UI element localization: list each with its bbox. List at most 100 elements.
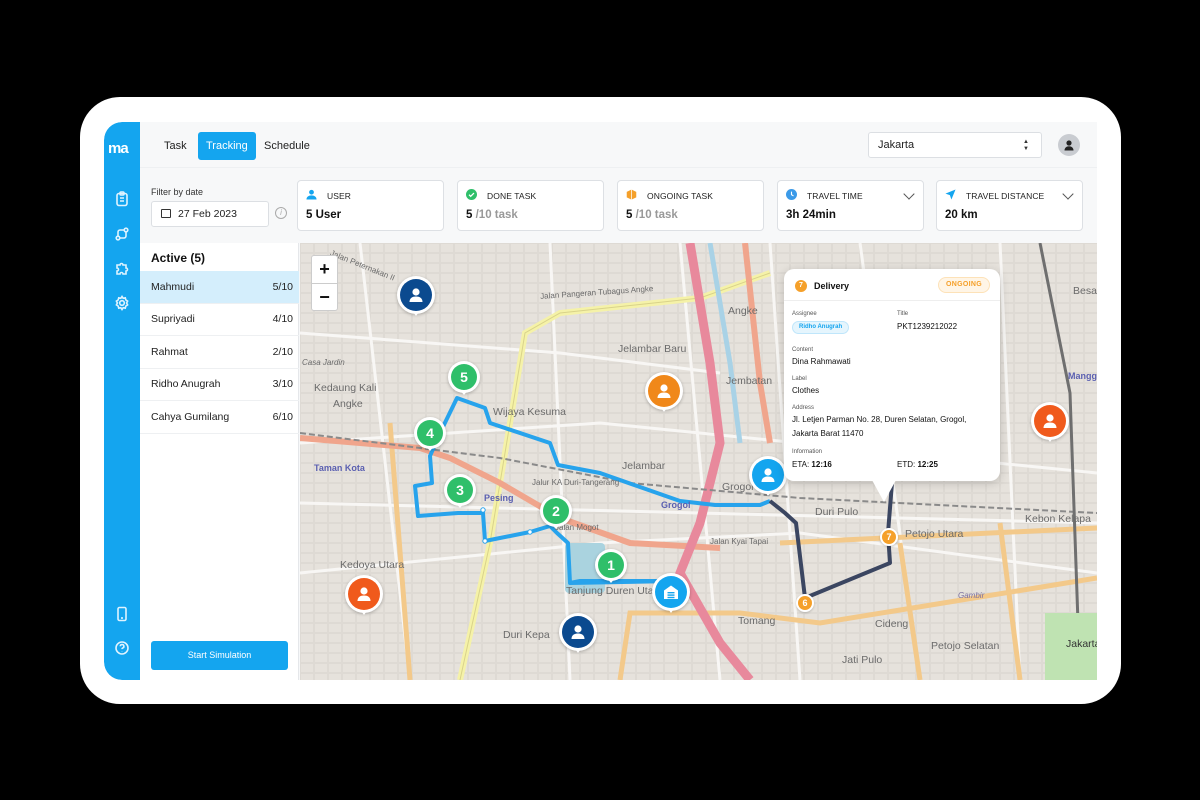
map-label: Casa Jardin bbox=[302, 358, 345, 367]
panel-title: Active (5) bbox=[151, 251, 206, 265]
user-icon bbox=[648, 375, 680, 407]
map-label: Angke bbox=[728, 305, 758, 317]
route-stop-marker[interactable]: 2 bbox=[540, 495, 572, 533]
stat-label: USER bbox=[327, 191, 352, 201]
select-caret-icon: ▲ ▼ bbox=[1023, 139, 1029, 152]
app-logo: ma bbox=[108, 140, 129, 157]
list-item[interactable]: Cahya Gumilang 6/10 bbox=[140, 401, 299, 434]
info-icon[interactable]: i bbox=[275, 207, 287, 219]
driver-progress: 2/10 bbox=[272, 345, 293, 358]
stat-card-done-task: DONE TASK 5 /10 task bbox=[457, 180, 604, 231]
stop-number: 1 bbox=[598, 552, 624, 578]
list-item[interactable]: Ridho Anugrah 3/10 bbox=[140, 369, 299, 401]
stat-value: 5 User bbox=[306, 209, 341, 221]
driver-progress: 6/10 bbox=[272, 410, 293, 423]
user-icon bbox=[1034, 405, 1066, 437]
puzzle-icon[interactable] bbox=[113, 259, 131, 277]
map-label: Jelambar Baru bbox=[618, 343, 687, 355]
map-label: Gambir bbox=[958, 591, 985, 600]
stat-value: 5 /10 task bbox=[626, 209, 678, 221]
driver-marker[interactable] bbox=[1031, 402, 1069, 446]
driver-name: Mahmudi bbox=[151, 280, 195, 293]
driver-marker[interactable] bbox=[559, 613, 597, 657]
driver-marker[interactable] bbox=[345, 575, 383, 619]
driver-name: Rahmat bbox=[151, 345, 188, 358]
map-label: Mangga Besar bbox=[1068, 371, 1097, 381]
map-label: Jalan Kyai Tapai bbox=[710, 537, 769, 546]
driver-marker[interactable] bbox=[645, 372, 683, 416]
map-label: Tomang bbox=[738, 615, 776, 627]
driver-progress: 4/10 bbox=[272, 313, 293, 326]
map-label: Cideng bbox=[875, 618, 909, 630]
user-icon bbox=[562, 616, 594, 648]
assignee-chip[interactable]: Ridho Anugrah bbox=[792, 321, 850, 334]
gear-icon[interactable] bbox=[113, 294, 131, 312]
chevron-down-icon[interactable] bbox=[903, 188, 915, 200]
clipboard-icon[interactable] bbox=[113, 190, 131, 208]
delivery-stop-marker[interactable]: 7 bbox=[880, 528, 898, 546]
driver-list: Mahmudi 5/10 Supriyadi 4/10 Rahmat 2/10 Rid… bbox=[140, 271, 299, 434]
stat-label: TRAVEL TIME bbox=[807, 191, 863, 201]
popup-header: 7 Delivery ONGOING bbox=[784, 269, 1000, 301]
driver-name: Supriyadi bbox=[151, 313, 195, 326]
map-label: Kebon Kelapa bbox=[1025, 513, 1091, 525]
filter-label: Filter by date bbox=[151, 187, 204, 197]
stat-value-main: 5 User bbox=[306, 209, 342, 221]
title-label: Title bbox=[897, 311, 909, 317]
route-icon[interactable] bbox=[113, 225, 131, 243]
map-label: Duri Kepa bbox=[503, 629, 550, 641]
driver-marker[interactable] bbox=[749, 456, 787, 500]
stat-value-main: 5 bbox=[466, 209, 473, 221]
information-label: Information bbox=[792, 449, 823, 455]
calendar-icon bbox=[161, 209, 171, 218]
tab-schedule[interactable]: Schedule bbox=[256, 132, 318, 160]
stat-card-travel-distance[interactable]: TRAVEL DISTANCE 20 km bbox=[936, 180, 1083, 231]
route-stop-marker[interactable]: 5 bbox=[448, 361, 480, 399]
stat-card-travel-time[interactable]: TRAVEL TIME 3h 24min bbox=[777, 180, 924, 231]
tab-task[interactable]: Task bbox=[156, 132, 195, 160]
start-simulation-button[interactable]: Start Simulation bbox=[151, 641, 288, 670]
city-select[interactable]: Jakarta ▲ ▼ bbox=[868, 132, 1042, 158]
route-stop-marker[interactable]: 4 bbox=[414, 417, 446, 455]
user-avatar[interactable] bbox=[1058, 134, 1080, 156]
zoom-out-button[interactable]: − bbox=[312, 283, 337, 310]
driver-name: Ridho Anugrah bbox=[151, 378, 221, 391]
zoom-in-button[interactable]: + bbox=[312, 256, 337, 283]
list-item[interactable]: Supriyadi 4/10 bbox=[140, 304, 299, 336]
assignee-label: Assignee bbox=[792, 311, 817, 317]
city-select-value: Jakarta bbox=[878, 139, 915, 151]
address-label: Address bbox=[792, 405, 815, 411]
address-line-2: Jakarta Barat 11470 bbox=[792, 429, 864, 438]
content-label: Content bbox=[792, 347, 814, 353]
map-label: Petojo Utara bbox=[905, 528, 964, 540]
side-rail: ma bbox=[104, 122, 140, 680]
map-label: Duri Pulo bbox=[815, 506, 859, 518]
user-icon bbox=[752, 459, 784, 491]
date-filter-input[interactable]: 27 Feb 2023 bbox=[151, 201, 269, 227]
list-item[interactable]: Mahmudi 5/10 bbox=[140, 271, 299, 304]
phone-icon[interactable] bbox=[113, 605, 131, 623]
stat-value: 20 km bbox=[945, 209, 978, 221]
route-stop-marker[interactable]: 3 bbox=[444, 474, 476, 512]
driver-name: Cahya Gumilang bbox=[151, 410, 230, 423]
driver-marker[interactable] bbox=[397, 276, 435, 320]
zoom-control: + − bbox=[311, 255, 338, 311]
help-icon[interactable] bbox=[113, 639, 131, 657]
stat-value-main: 20 km bbox=[945, 209, 978, 221]
tab-tracking[interactable]: Tracking bbox=[198, 132, 256, 160]
route-stop-marker[interactable]: 1 bbox=[595, 549, 627, 587]
map-label: Pesing bbox=[484, 493, 514, 503]
map-label: Kedoya Utara bbox=[340, 559, 405, 571]
map-label: Jati Pulo bbox=[842, 654, 883, 666]
list-item[interactable]: Rahmat 2/10 bbox=[140, 336, 299, 369]
user-icon bbox=[306, 189, 317, 200]
chevron-down-icon[interactable] bbox=[1062, 188, 1074, 200]
title-value: PKT1239212022 bbox=[897, 322, 958, 331]
warehouse-marker[interactable] bbox=[652, 573, 690, 617]
content-value: Dina Rahmawati bbox=[792, 357, 851, 366]
eta: ETA: 12:16 bbox=[792, 460, 832, 469]
popup-stop-number: 7 bbox=[795, 280, 807, 292]
map-label: Jelambar bbox=[622, 460, 666, 472]
stop-number: 5 bbox=[451, 364, 477, 390]
delivery-stop-marker[interactable]: 6 bbox=[796, 594, 814, 612]
